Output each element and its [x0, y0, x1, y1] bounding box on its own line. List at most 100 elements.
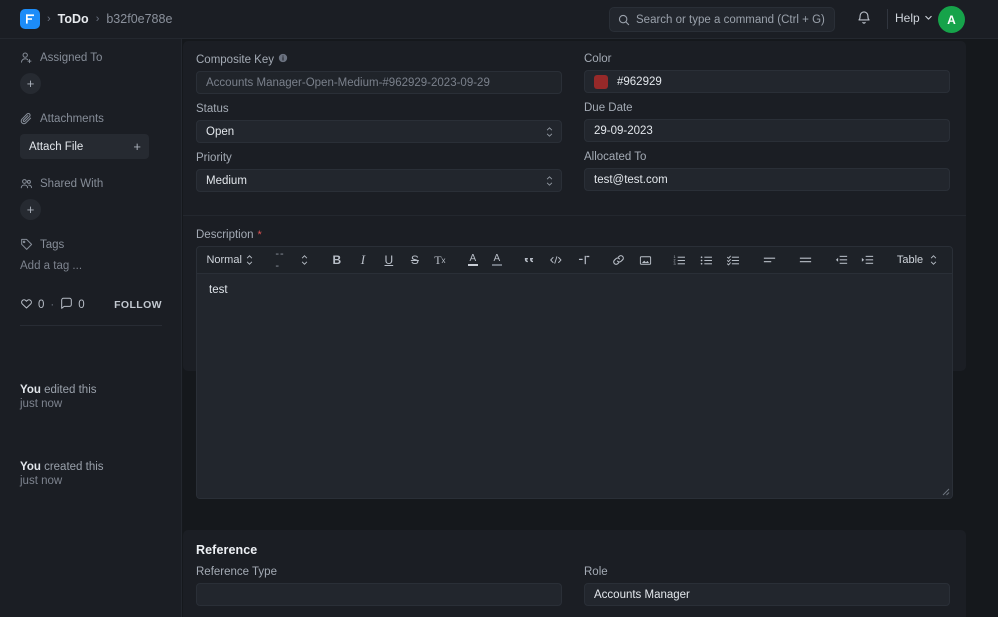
underline-icon[interactable]: U	[379, 249, 398, 271]
role-input[interactable]: Accounts Manager	[584, 583, 950, 606]
breadcrumb-todo[interactable]: ToDo	[58, 12, 89, 26]
select-spinner-icon	[546, 127, 553, 137]
breadcrumb-separator-1: ›	[47, 13, 51, 25]
field-priority: Priority Medium	[196, 152, 562, 192]
toolbar-divider	[887, 9, 888, 29]
search-input[interactable]	[636, 14, 826, 26]
composite-key-input[interactable]: Accounts Manager-Open-Medium-#962929-202…	[196, 71, 562, 94]
sidebar-section-label: Attachments	[40, 113, 104, 125]
field-column-right: Color #962929 Due Date 29-09-2023 Alloca…	[584, 53, 950, 192]
follow-button[interactable]: FOLLOW	[114, 299, 162, 311]
ordered-list-icon[interactable]: 123	[670, 249, 689, 271]
font-color-icon[interactable]: A	[463, 249, 482, 271]
frappe-f-logo-icon[interactable]	[20, 9, 40, 29]
priority-label: Priority	[196, 152, 562, 164]
align-justify-icon[interactable]	[796, 249, 815, 271]
reference-type-input[interactable]	[196, 583, 562, 606]
like-count: 0	[38, 299, 44, 311]
field-composite-key: Composite Key Accounts Manager-Open-Medi…	[196, 53, 562, 94]
color-swatch[interactable]	[594, 75, 608, 89]
sidebar-section-label: Shared With	[40, 178, 103, 190]
chevron-down-icon	[924, 11, 933, 25]
paperclip-icon	[20, 112, 33, 125]
field-allocated-to: Allocated To test@test.com	[584, 151, 950, 191]
add-assignee-button[interactable]: +	[20, 73, 41, 94]
description-block: Description * Normal --- B	[196, 229, 953, 499]
reference-section-title: Reference	[196, 543, 257, 557]
add-shared-user-button[interactable]: +	[20, 199, 41, 220]
status-label: Status	[196, 103, 562, 115]
select-spinner-icon	[546, 176, 553, 186]
paragraph-style-select[interactable]: Normal	[203, 249, 245, 271]
heart-icon	[20, 297, 33, 313]
table-spinner-icon[interactable]	[930, 255, 937, 265]
add-tag-input[interactable]: Add a tag ...	[20, 260, 161, 272]
activity-action: created this	[44, 461, 103, 473]
italic-icon[interactable]: I	[353, 249, 372, 271]
description-text: test	[209, 284, 228, 296]
status-select[interactable]: Open	[196, 120, 562, 143]
info-circle-icon[interactable]	[278, 53, 288, 66]
outdent-icon[interactable]	[832, 249, 851, 271]
user-plus-icon	[20, 51, 33, 64]
color-label: Color	[584, 53, 950, 65]
bold-icon[interactable]: B	[327, 249, 346, 271]
allocated-to-label: Allocated To	[584, 151, 950, 163]
avatar[interactable]: A	[938, 6, 965, 33]
font-size-select[interactable]: ---	[272, 249, 291, 271]
indent-icon[interactable]	[858, 249, 877, 271]
strikethrough-icon[interactable]: S	[405, 249, 424, 271]
stats-separator: ·	[50, 299, 54, 311]
sidebar-section-label: Tags	[40, 239, 64, 251]
highlight-color-icon[interactable]: A	[487, 249, 506, 271]
help-menu[interactable]: Help	[895, 11, 933, 25]
section-divider	[183, 215, 966, 216]
comment-group[interactable]: 0	[60, 297, 84, 313]
top-navigation-bar: › ToDo › b32f0e788e Help A	[0, 0, 998, 39]
comment-icon	[60, 297, 73, 313]
allocated-to-input[interactable]: test@test.com	[584, 168, 950, 191]
font-size-spinner-icon[interactable]	[301, 255, 308, 265]
bullet-list-icon[interactable]	[697, 249, 716, 271]
reference-column-left: Reference Type	[196, 566, 562, 615]
clear-format-icon[interactable]: Tx	[430, 249, 449, 271]
reference-field-grid: Reference Type Role Accounts Manager	[183, 566, 966, 615]
due-date-label: Due Date	[584, 102, 950, 114]
attach-file-button[interactable]: Attach File +	[20, 134, 149, 159]
global-search[interactable]	[609, 7, 835, 32]
due-date-input[interactable]: 29-09-2023	[584, 119, 950, 142]
description-label: Description *	[196, 229, 953, 241]
description-editor-body[interactable]: test	[197, 274, 952, 498]
notification-bell-icon[interactable]	[856, 10, 872, 31]
sidebar-section-label: Assigned To	[40, 52, 102, 64]
insert-image-icon[interactable]	[636, 249, 655, 271]
field-status: Status Open	[196, 103, 562, 143]
align-left-icon[interactable]	[760, 249, 779, 271]
sidebar: Assigned To + Attachments Attach File + …	[0, 39, 182, 617]
details-card: Composite Key Accounts Manager-Open-Medi…	[183, 41, 966, 371]
task-list-icon[interactable]	[724, 249, 743, 271]
sidebar-section-assigned-to: Assigned To	[20, 51, 161, 64]
sidebar-section-shared-with: Shared With	[20, 177, 161, 190]
like-group[interactable]: 0	[20, 297, 44, 313]
users-icon	[20, 177, 33, 190]
paragraph-style-spinner-icon[interactable]	[246, 255, 253, 265]
field-color: Color #962929	[584, 53, 950, 93]
color-input[interactable]: #962929	[584, 70, 950, 93]
reference-grid-inner: Reference Type Role Accounts Manager	[183, 566, 966, 615]
breadcrumb-current: b32f0e788e	[106, 12, 172, 26]
activity-time: just now	[20, 475, 104, 489]
code-block-icon[interactable]	[546, 249, 566, 271]
horizontal-rule-icon[interactable]	[575, 249, 594, 271]
field-reference-type: Reference Type	[196, 566, 562, 606]
link-icon[interactable]	[609, 249, 628, 271]
reference-card: Reference Reference Type Role Accounts M…	[183, 530, 966, 617]
rich-text-editor: Normal --- B I U S	[196, 246, 953, 499]
table-menu[interactable]: Table	[894, 249, 926, 271]
activity-item-created: You created this just now	[20, 461, 104, 488]
blockquote-icon[interactable]	[520, 249, 539, 271]
editor-resize-handle[interactable]	[939, 485, 950, 496]
activity-actor: You	[20, 384, 41, 396]
reference-column-right: Role Accounts Manager	[584, 566, 950, 615]
priority-select[interactable]: Medium	[196, 169, 562, 192]
